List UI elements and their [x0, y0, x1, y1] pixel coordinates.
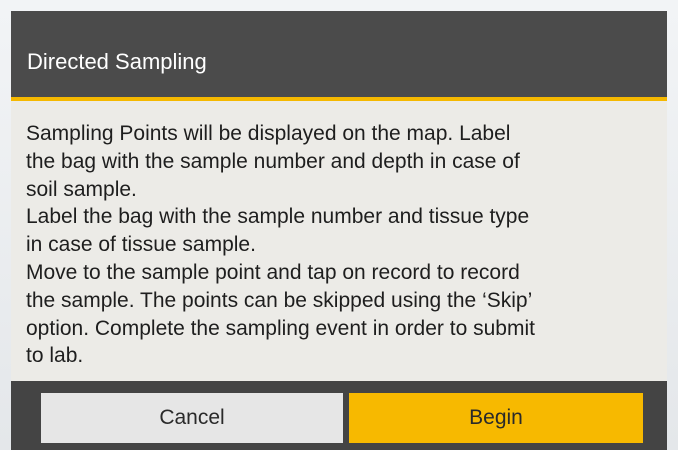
dialog-title: Directed Sampling	[27, 49, 207, 74]
message-line: Move to the sample point and tap on reco…	[26, 260, 520, 284]
message-line: the bag with the sample number and depth…	[26, 149, 520, 173]
message-line: Sampling Points will be displayed on the…	[26, 122, 511, 145]
dialog-header: Directed Sampling	[11, 11, 667, 97]
message-line: Label the bag with the sample number and…	[26, 205, 530, 229]
begin-button[interactable]: Begin	[349, 393, 643, 443]
message-line: the sample. The points can be skipped us…	[26, 288, 533, 312]
message-line: in case of tissue sample.	[26, 233, 256, 257]
message-line: option. Complete the sampling event in o…	[26, 316, 535, 340]
message-line: soil sample.	[26, 177, 137, 201]
dialog-body: Sampling Points will be displayed on the…	[11, 101, 667, 381]
cancel-button[interactable]: Cancel	[41, 393, 343, 443]
dialog-button-bar: Cancel Begin	[11, 381, 667, 450]
message-line: to lab.	[26, 344, 84, 368]
directed-sampling-dialog: Directed Sampling Sampling Points will b…	[11, 11, 667, 450]
dialog-message: Sampling Points will be displayed on the…	[26, 120, 656, 370]
